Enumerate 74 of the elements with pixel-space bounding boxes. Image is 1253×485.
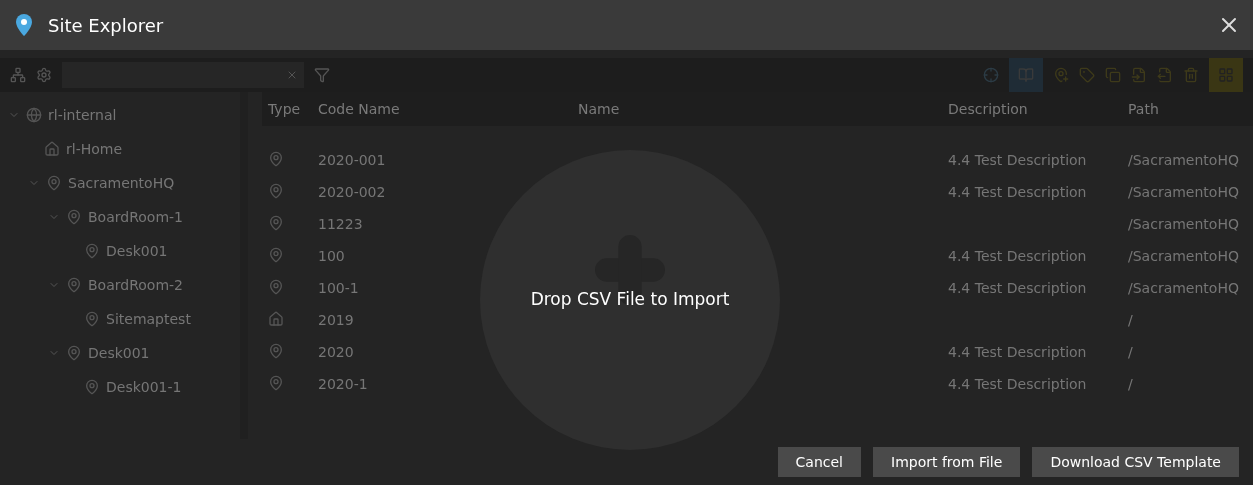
book-icon <box>1018 67 1034 83</box>
table-cell-text: 11223 <box>317 216 364 232</box>
column-header[interactable]: Name <box>572 101 942 117</box>
map-pin-icon <box>268 246 284 263</box>
table-cell-text: 2019 <box>317 312 355 328</box>
map-pin-icon <box>66 345 82 361</box>
filter-icon[interactable] <box>314 67 330 83</box>
trash-icon[interactable] <box>1183 67 1199 83</box>
column-header[interactable]: Description <box>942 101 1122 117</box>
table-cell-text: 2020-001 <box>317 152 387 168</box>
tree-item[interactable]: Desk001 <box>106 243 168 259</box>
network-icon[interactable] <box>10 67 26 83</box>
import-icon[interactable] <box>1131 67 1147 83</box>
drop-message: Drop CSV File to Import <box>529 289 731 309</box>
map-pin-icon <box>66 209 82 225</box>
table-cell-text: /SacramentoHQ <box>1127 152 1240 168</box>
map-pin-icon <box>268 374 284 391</box>
copy-icon[interactable] <box>1105 67 1121 83</box>
table-cell-text: 4.4 Test Description <box>947 344 1088 360</box>
table-cell-text: 4.4 Test Description <box>947 376 1088 392</box>
add-pin-icon[interactable] <box>1053 67 1069 83</box>
table-cell-text: / <box>1127 376 1134 392</box>
tree-item[interactable]: Desk001-1 <box>106 379 182 395</box>
tree-item[interactable]: Sitemaptest <box>106 311 191 327</box>
export-icon[interactable] <box>1157 67 1173 83</box>
tree-item[interactable]: rl-Home <box>66 141 123 157</box>
tree-item[interactable]: Desk001 <box>88 345 150 361</box>
table-cell-text: 100 <box>317 248 346 264</box>
table-cell-text: /SacramentoHQ <box>1127 184 1240 200</box>
tree-item[interactable]: BoardRoom-2 <box>88 277 183 293</box>
grid-icon <box>1218 67 1234 83</box>
map-pin-icon <box>46 175 62 191</box>
map-pin-icon <box>268 182 284 199</box>
search-field[interactable] <box>62 62 304 88</box>
book-tool[interactable] <box>1009 58 1043 92</box>
house-icon <box>268 310 284 327</box>
window-title: Site Explorer <box>48 14 165 36</box>
table-cell-text: /SacramentoHQ <box>1127 216 1240 232</box>
grid-tool[interactable] <box>1209 58 1243 92</box>
clear-icon[interactable] <box>286 69 298 81</box>
table-cell-text: / <box>1127 312 1134 328</box>
table-cell-text: /SacramentoHQ <box>1127 280 1240 296</box>
dialog-button[interactable]: Cancel <box>777 447 861 477</box>
map-pin-icon <box>66 277 82 293</box>
map-pin-icon <box>84 311 100 327</box>
table-cell-text: 2020-002 <box>317 184 387 200</box>
map-pin-icon <box>268 278 284 295</box>
column-header[interactable]: Code Name <box>312 101 572 117</box>
house-icon <box>44 141 60 157</box>
column-header[interactable]: Type <box>262 101 312 117</box>
settings-icon[interactable] <box>36 67 52 83</box>
tree-item[interactable]: BoardRoom-1 <box>88 209 183 225</box>
table-cell-text: 100-1 <box>317 280 360 296</box>
map-pin-icon <box>84 243 100 259</box>
table-cell-text: 2020 <box>317 344 355 360</box>
map-pin-icon <box>268 150 284 167</box>
map-pin-icon <box>268 214 284 231</box>
globe-icon <box>26 107 42 123</box>
dialog-button[interactable]: Download CSV Template <box>1032 447 1239 477</box>
crosshair-icon[interactable] <box>983 67 999 83</box>
dialog-button[interactable]: Import from File <box>873 447 1021 477</box>
tag-icon[interactable] <box>1079 67 1095 83</box>
table-cell-text: 4.4 Test Description <box>947 184 1088 200</box>
table-cell-text: /SacramentoHQ <box>1127 248 1240 264</box>
table-cell-text: / <box>1127 344 1134 360</box>
map-pin-icon <box>268 342 284 359</box>
tree-item[interactable]: SacramentoHQ <box>68 175 175 191</box>
table-cell-text: 4.4 Test Description <box>947 152 1088 168</box>
tree-item[interactable]: rl-internal <box>48 107 117 123</box>
table-cell-text: 4.4 Test Description <box>947 248 1088 264</box>
column-header[interactable]: Path <box>1122 101 1253 117</box>
map-pin-icon <box>84 379 100 395</box>
table-cell-text: 4.4 Test Description <box>947 280 1088 296</box>
table-cell-text: 2020-1 <box>317 376 369 392</box>
